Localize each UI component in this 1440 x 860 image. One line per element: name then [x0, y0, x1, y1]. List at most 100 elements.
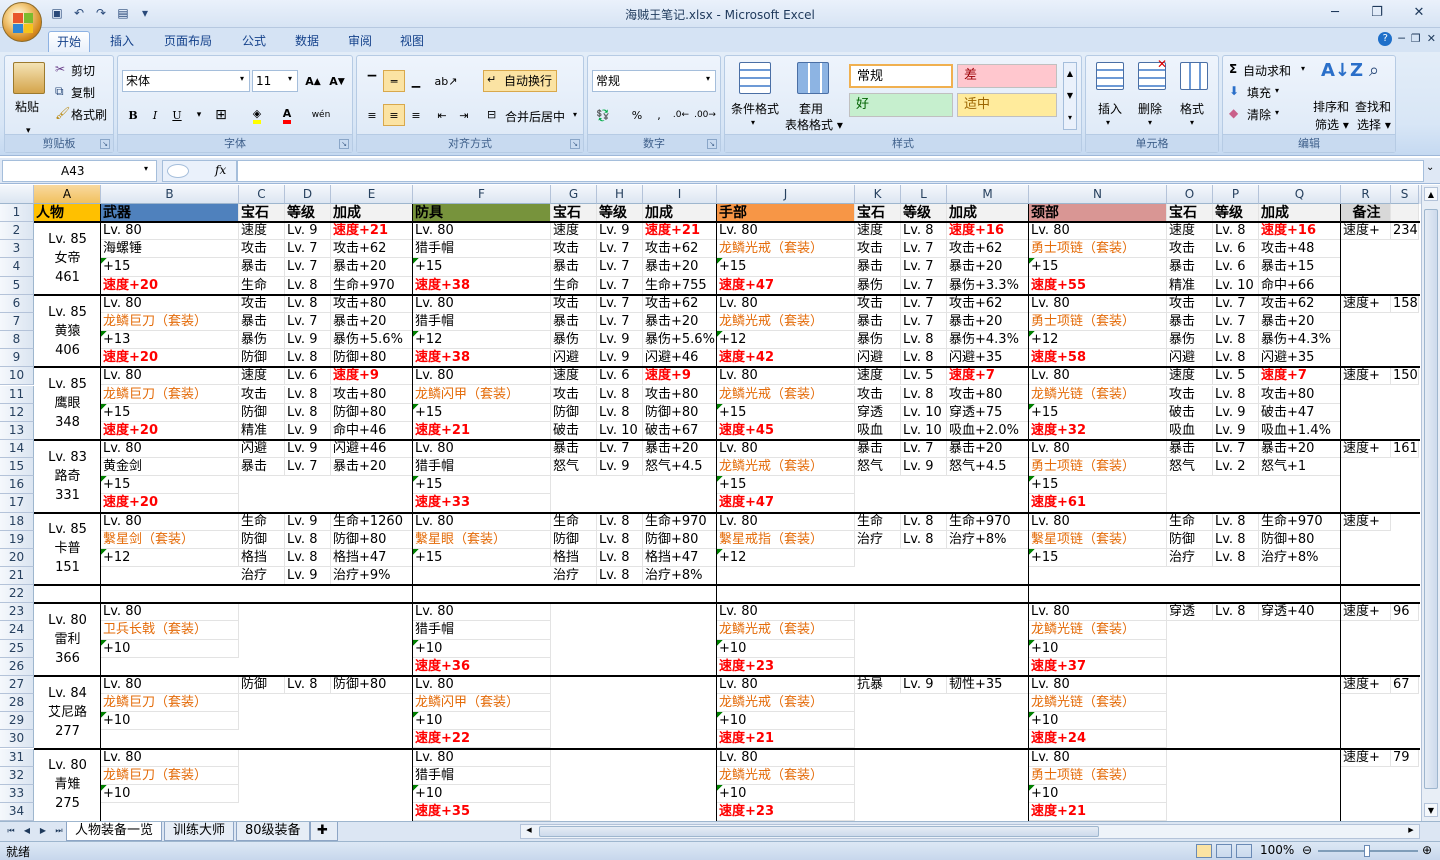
cell-J25[interactable]: +10: [717, 639, 855, 658]
cell-B18[interactable]: Lv. 80: [101, 512, 239, 531]
cell-D14[interactable]: Lv. 9: [285, 439, 331, 459]
cell-Q2[interactable]: 速度+16: [1259, 222, 1341, 241]
name-box-dropdown-icon[interactable]: ▾: [144, 164, 148, 173]
cell-G4[interactable]: 暴击: [551, 258, 597, 277]
cell-B19[interactable]: 繫星剑（套装）: [101, 530, 239, 549]
cell-F7[interactable]: 猎手帽: [413, 312, 551, 332]
cell-H13[interactable]: Lv. 10: [597, 421, 643, 440]
cell-G13[interactable]: 破击: [551, 421, 597, 440]
cell-K3[interactable]: 攻击: [855, 240, 901, 259]
row-header[interactable]: 27: [0, 675, 34, 695]
style-bad[interactable]: 差: [957, 64, 1057, 88]
cell-F16[interactable]: +15: [413, 476, 551, 495]
cell-N19[interactable]: 繫星项链（套装）: [1029, 530, 1167, 549]
tab-view[interactable]: 视图: [392, 31, 432, 52]
sheet-tab-2[interactable]: 80级装备: [236, 822, 310, 841]
column-header-R[interactable]: R: [1341, 185, 1391, 204]
cell-H2[interactable]: Lv. 9: [597, 222, 643, 241]
cell-E11[interactable]: 攻击+80: [331, 385, 413, 404]
cell-J28[interactable]: 龙鳞光戒（套装）: [717, 694, 855, 713]
cell-E4[interactable]: 暴击+20: [331, 258, 413, 277]
row-header[interactable]: 31: [0, 748, 34, 767]
cell-K2[interactable]: 速度: [855, 222, 901, 241]
cell-M18[interactable]: 生命+970: [947, 512, 1029, 531]
cell-H20[interactable]: Lv. 8: [597, 548, 643, 567]
cell-B14[interactable]: Lv. 80: [101, 439, 239, 459]
cell-G9[interactable]: 闪避: [551, 349, 597, 368]
cell-F33[interactable]: +10: [413, 784, 551, 803]
cell-C8[interactable]: 暴伤: [239, 331, 285, 350]
cell-L5[interactable]: Lv. 7: [901, 276, 947, 295]
cell-F27[interactable]: Lv. 80: [413, 675, 551, 695]
row-header[interactable]: 21: [0, 567, 34, 586]
cell-K9[interactable]: 闪避: [855, 349, 901, 368]
cell-N16[interactable]: +15: [1029, 476, 1167, 495]
cell-N3[interactable]: 勇士项链（套装）: [1029, 240, 1167, 259]
cell-Q15[interactable]: 怒气+1: [1259, 458, 1341, 477]
cell-F26[interactable]: 速度+36: [413, 657, 551, 676]
header-cell-H[interactable]: 等级: [597, 204, 643, 223]
sort-filter-icon[interactable]: A↓Z: [1321, 60, 1363, 81]
cell-F32[interactable]: 猎手帽: [413, 766, 551, 785]
cell-L3[interactable]: Lv. 7: [901, 240, 947, 259]
cell-P20[interactable]: Lv. 8: [1213, 548, 1259, 567]
conditional-formatting-icon[interactable]: [739, 62, 771, 94]
cell-B33[interactable]: +10: [101, 784, 239, 803]
cell-B27[interactable]: Lv. 80: [101, 675, 239, 695]
header-cell-B[interactable]: 武器: [101, 204, 239, 223]
cell-J31[interactable]: Lv. 80: [717, 748, 855, 767]
cell-G2[interactable]: 速度: [551, 222, 597, 241]
cell-G8[interactable]: 暴伤: [551, 331, 597, 350]
cell-L2[interactable]: Lv. 8: [901, 222, 947, 241]
sort-filter-line2[interactable]: 筛选 ▾: [1315, 116, 1349, 133]
cell-N24[interactable]: 龙鳞光链（套装）: [1029, 621, 1167, 640]
cell-H12[interactable]: Lv. 8: [597, 403, 643, 422]
number-launcher-icon[interactable]: ↘: [707, 139, 717, 149]
cell-M12[interactable]: 穿透+75: [947, 403, 1029, 422]
row-header[interactable]: 17: [0, 494, 34, 513]
tab-insert[interactable]: 插入: [102, 31, 142, 52]
cell-M14[interactable]: 暴击+20: [947, 439, 1029, 459]
currency-icon[interactable]: 💱: [592, 104, 614, 126]
cell-F19[interactable]: 繫星眼（套装）: [413, 530, 551, 549]
help-icon[interactable]: ?: [1378, 32, 1393, 46]
cell-E10[interactable]: 速度+9: [331, 367, 413, 386]
cell-F29[interactable]: +10: [413, 712, 551, 731]
cell-F2[interactable]: Lv. 80: [413, 222, 551, 241]
cell-H6[interactable]: Lv. 7: [597, 294, 643, 313]
cell-I8[interactable]: 暴伤+5.6%: [643, 331, 717, 350]
cell-J11[interactable]: 龙鳞光戒（套装）: [717, 385, 855, 404]
cell-I7[interactable]: 暴击+20: [643, 312, 717, 332]
row-header[interactable]: 10: [0, 367, 34, 386]
cell-D27[interactable]: Lv. 8: [285, 675, 331, 695]
name-box[interactable]: A43: [2, 160, 157, 182]
cell-J4[interactable]: +15: [717, 258, 855, 277]
cell-G7[interactable]: 暴击: [551, 312, 597, 332]
cell-C3[interactable]: 攻击: [239, 240, 285, 259]
format-dropdown-icon[interactable]: ▾: [1190, 118, 1194, 127]
cell-O5[interactable]: 精准: [1167, 276, 1213, 295]
row-header[interactable]: 15: [0, 458, 34, 477]
cell-D2[interactable]: Lv. 9: [285, 222, 331, 241]
delete-cells-icon[interactable]: ✕: [1138, 57, 1167, 90]
shrink-font-icon[interactable]: A ▼: [326, 70, 348, 92]
cell-F20[interactable]: +15: [413, 548, 551, 567]
row-header[interactable]: 2: [0, 222, 34, 241]
cell-B24[interactable]: 卫兵长戟（套装）: [101, 621, 239, 640]
cell-C6[interactable]: 攻击: [239, 294, 285, 313]
cell-P12[interactable]: Lv. 9: [1213, 403, 1259, 422]
formula-expand-icon[interactable]: [167, 164, 189, 178]
cell-F5[interactable]: 速度+38: [413, 276, 551, 295]
format-painter-icon[interactable]: 🖌: [55, 106, 70, 120]
increase-decimal-icon[interactable]: .0←: [670, 104, 692, 126]
cell-D9[interactable]: Lv. 8: [285, 349, 331, 368]
cell-L7[interactable]: Lv. 7: [901, 312, 947, 332]
cell-J26[interactable]: 速度+23: [717, 657, 855, 676]
header-cell-O[interactable]: 宝石: [1167, 204, 1213, 223]
cell-E13[interactable]: 命中+46: [331, 421, 413, 440]
close-doc-icon[interactable]: ✕: [1427, 32, 1436, 46]
row-header[interactable]: 29: [0, 712, 34, 731]
cell-E20[interactable]: 格挡+47: [331, 548, 413, 567]
cell-H10[interactable]: Lv. 6: [597, 367, 643, 386]
cell-P23[interactable]: Lv. 8: [1213, 603, 1259, 622]
